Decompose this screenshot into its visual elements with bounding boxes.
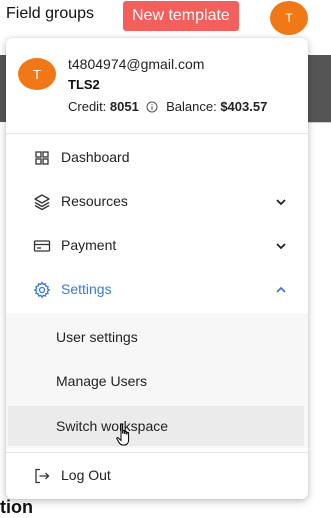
hand-cursor-icon [116,423,134,449]
background-panel-right [308,55,331,122]
menu-item-payment[interactable]: Payment [6,224,308,268]
credit-card-icon [33,237,51,255]
menu-item-logout[interactable]: Log Out [6,454,308,498]
credit-balance-row: Credit: 8051 Balance: $403.57 [68,99,267,116]
workspace-name: TLS2 [68,77,100,92]
field-groups-link[interactable]: Field groups [6,5,94,23]
menu-item-label: Dashboard [61,149,130,165]
user-email: t4804974@gmail.com [68,56,205,72]
divider [6,133,308,134]
logout-icon [33,467,51,485]
submenu-item-label: User settings [56,329,138,345]
submenu-item-label: Switch workspace [56,418,169,434]
dashboard-icon [33,149,51,167]
new-template-button[interactable]: New template [123,1,239,31]
background-heading: tion [0,497,33,517]
divider [6,452,308,453]
user-dropdown-menu: T t4804974@gmail.com TLS2 Credit: 8051 B… [6,38,308,499]
credit-label: Credit: [68,99,107,114]
balance-label: Balance: [166,99,217,114]
menu-item-settings[interactable]: Settings [6,268,308,312]
avatar[interactable]: T [270,1,308,35]
menu-item-dashboard[interactable]: Dashboard [6,136,308,180]
submenu-item-manage-users[interactable]: Manage Users [6,361,308,401]
profile-avatar: T [18,58,56,90]
menu-item-label: Log Out [61,467,111,483]
chevron-up-icon [275,283,287,295]
submenu-item-label: Manage Users [56,373,148,389]
settings-submenu: User settings Manage Users Switch worksp… [6,313,308,448]
balance-value: $403.57 [220,99,268,114]
submenu-item-switch-workspace[interactable]: Switch workspace [8,406,304,446]
background-divider [308,122,331,123]
chevron-down-icon [275,195,287,207]
menu-item-resources[interactable]: Resources [6,180,308,224]
layers-icon [33,193,51,211]
submenu-item-user-settings[interactable]: User settings [6,317,308,357]
info-icon[interactable] [146,101,158,116]
chevron-down-icon [275,239,287,251]
menu-item-label: Payment [61,237,117,253]
top-bar: Field groups New template T [0,0,331,35]
menu-item-label: Settings [61,281,112,297]
credit-value: 8051 [109,99,139,114]
menu-item-label: Resources [61,193,128,209]
profile-section: T t4804974@gmail.com TLS2 Credit: 8051 B… [6,38,308,132]
gear-icon [33,281,51,299]
